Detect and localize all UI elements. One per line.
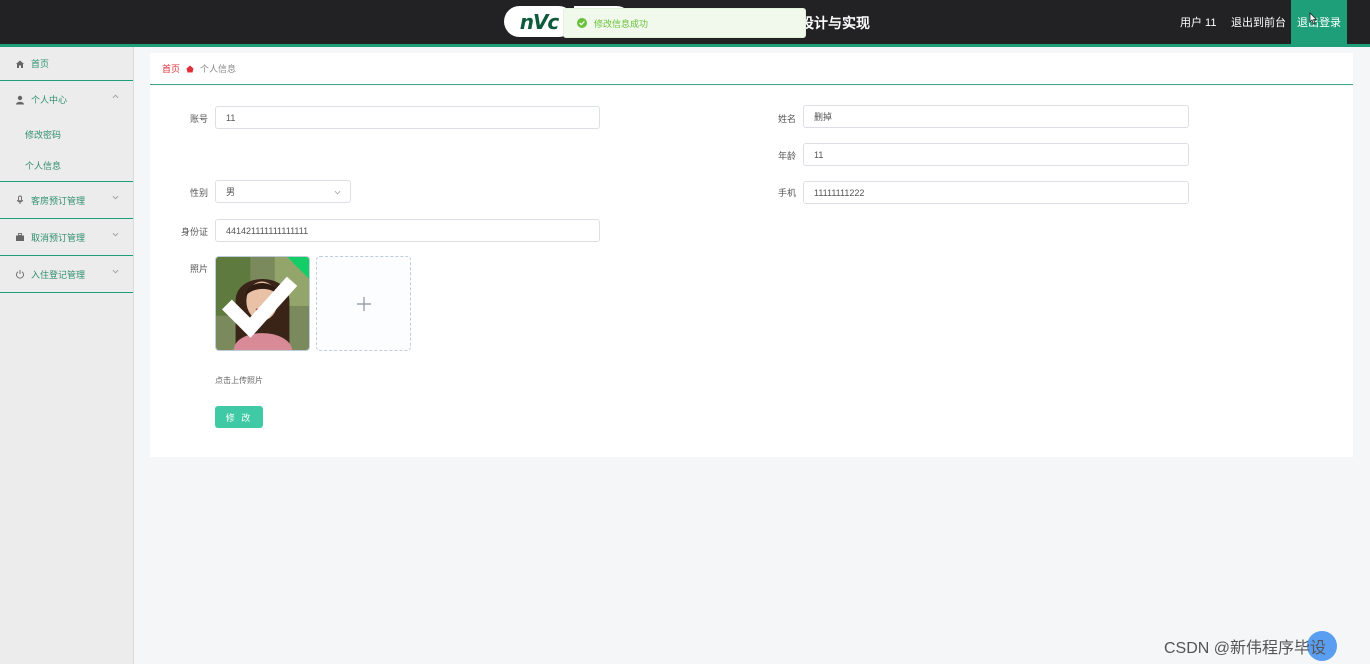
success-check-icon bbox=[577, 18, 587, 28]
breadcrumb-home-link[interactable]: 首页 bbox=[162, 62, 180, 75]
toast-message: 修改信息成功 bbox=[594, 18, 649, 29]
sidebar-item-label: 入住登记管理 bbox=[31, 269, 86, 280]
exit-to-front-link[interactable]: 退出到前台 bbox=[1231, 14, 1286, 30]
chevron-up-icon bbox=[112, 94, 119, 99]
sidebar-subitem-personal-info[interactable]: 个人信息 bbox=[0, 150, 133, 182]
sidebar-item-cancel-booking[interactable]: 取消预订管理 bbox=[0, 219, 133, 256]
success-toast: 修改信息成功 bbox=[563, 8, 806, 38]
sidebar-item-label: 取消预订管理 bbox=[31, 232, 86, 243]
breadcrumb: 首页 个人信息 bbox=[150, 53, 1353, 85]
age-input[interactable]: 11 bbox=[803, 143, 1189, 166]
logo-text: nVc bbox=[519, 9, 560, 34]
sidebar-item-checkin[interactable]: 入住登记管理 bbox=[0, 256, 133, 293]
chevron-down-icon bbox=[334, 190, 341, 195]
user-icon bbox=[15, 95, 25, 105]
current-user-label: 用户 11 bbox=[1180, 17, 1217, 29]
id-card-input[interactable]: 441421111111111111 bbox=[215, 219, 600, 242]
sidebar-item-label: 客房预订管理 bbox=[31, 195, 86, 206]
gender-selected-value: 男 bbox=[226, 187, 236, 197]
account-input[interactable]: 11 bbox=[215, 106, 600, 129]
checkmark-icon bbox=[222, 276, 298, 338]
photo-label: 照片 bbox=[189, 264, 208, 274]
age-label: 年龄 bbox=[777, 151, 796, 161]
account-label: 账号 bbox=[189, 114, 208, 124]
chevron-down-icon bbox=[112, 232, 119, 237]
top-navbar: nVc 设计与实现 修改信息成功 用户 11 退出到前台 退出登录 bbox=[0, 0, 1370, 47]
briefcase-icon bbox=[15, 232, 25, 242]
sidebar-item-personal-center[interactable]: 个人中心 bbox=[0, 81, 133, 118]
phone-input[interactable]: 11111111222 bbox=[803, 181, 1189, 204]
mouse-cursor-icon bbox=[1309, 12, 1318, 25]
gender-label: 性别 bbox=[189, 188, 208, 198]
chevron-down-icon bbox=[112, 195, 119, 200]
site-title: 设计与实现 bbox=[800, 15, 870, 31]
sidebar-item-label: 首页 bbox=[31, 59, 50, 69]
home-icon bbox=[15, 59, 25, 69]
breadcrumb-current: 个人信息 bbox=[200, 64, 237, 74]
watermark: CSDN @新伟程序毕设 bbox=[1164, 640, 1327, 657]
modify-button[interactable]: 修 改 bbox=[215, 406, 263, 428]
name-input[interactable]: 删掉 bbox=[803, 105, 1189, 128]
sidebar-item-home[interactable]: 首页 bbox=[0, 47, 133, 81]
breadcrumb-separator-icon bbox=[186, 65, 194, 72]
mic-icon bbox=[15, 195, 25, 205]
name-label: 姓名 bbox=[777, 114, 796, 124]
logout-button[interactable]: 退出登录 bbox=[1291, 0, 1347, 44]
phone-label: 手机 bbox=[777, 188, 796, 198]
chevron-down-icon bbox=[112, 269, 119, 274]
upload-hint: 点击上传照片 bbox=[215, 376, 263, 385]
plus-icon bbox=[356, 296, 371, 311]
sidebar-subitem-change-password[interactable]: 修改密码 bbox=[0, 118, 133, 150]
sidebar-item-room-booking[interactable]: 客房预订管理 bbox=[0, 182, 133, 219]
sidebar: 首页 个人中心 修改密码 个人信息 客房预订管理 取消预订管理 入住登记管理 bbox=[0, 47, 134, 664]
gender-select[interactable]: 男 bbox=[215, 180, 351, 203]
sidebar-item-label: 个人中心 bbox=[31, 95, 68, 105]
power-icon bbox=[15, 269, 25, 279]
uploaded-photo[interactable] bbox=[215, 256, 310, 351]
id-card-label: 身份证 bbox=[180, 227, 208, 237]
photo-upload-button[interactable] bbox=[316, 256, 411, 351]
